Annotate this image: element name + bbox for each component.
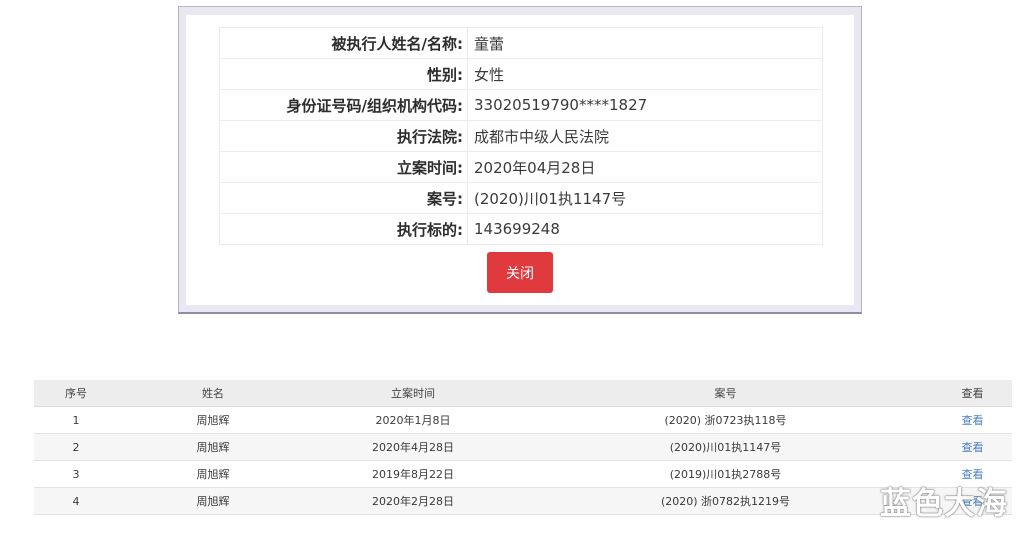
cell-date: 2020年4月28日 [308,433,518,461]
table-row: 3 周旭辉 2019年8月22日 (2019)川01执2788号 查看 [34,460,1012,488]
table-row: 1 周旭辉 2020年1月8日 (2020) 浙0723执118号 查看 [34,406,1012,434]
detail-label: 立案时间: [219,151,468,183]
cell-name: 周旭辉 [118,433,308,461]
cell-date: 2019年8月22日 [308,460,518,488]
detail-dialog-body: 被执行人姓名/名称: 童蕾 性别: 女性 身份证号码/组织机构代码: 33020… [186,15,854,305]
column-header-date: 立案时间 [308,380,518,407]
cell-case: (2020)川01执1147号 [518,433,933,461]
detail-value: (2020)川01执1147号 [467,182,823,214]
view-link[interactable]: 查看 [962,414,984,427]
detail-row-case-number: 案号: (2020)川01执1147号 [219,182,823,214]
detail-label: 案号: [219,182,468,214]
column-header-no: 序号 [34,380,118,407]
results-header-row: 序号 姓名 立案时间 案号 查看 [34,380,1012,407]
screen: 被执行人姓名/名称: 童蕾 性别: 女性 身份证号码/组织机构代码: 33020… [0,0,1034,534]
cell-case: (2020) 浙0723执118号 [518,406,933,434]
cell-name: 周旭辉 [118,406,308,434]
column-header-case: 案号 [518,380,933,407]
column-header-name: 姓名 [118,380,308,407]
detail-dialog: 被执行人姓名/名称: 童蕾 性别: 女性 身份证号码/组织机构代码: 33020… [178,6,862,314]
detail-label: 执行法院: [219,120,468,152]
detail-row-amount: 执行标的: 143699248 [219,213,823,245]
detail-row-court: 执行法院: 成都市中级人民法院 [219,120,823,152]
cell-case: (2020) 浙0782执1219号 [518,487,933,515]
detail-row-filing-date: 立案时间: 2020年04月28日 [219,151,823,183]
cell-case: (2019)川01执2788号 [518,460,933,488]
detail-label: 性别: [219,58,468,90]
detail-table: 被执行人姓名/名称: 童蕾 性别: 女性 身份证号码/组织机构代码: 33020… [219,27,823,245]
cell-no: 3 [34,460,118,488]
detail-value: 2020年04月28日 [467,151,823,183]
detail-row-id-number: 身份证号码/组织机构代码: 33020519790****1827 [219,89,823,121]
close-button[interactable]: 关闭 [487,252,553,293]
view-link[interactable]: 查看 [962,441,984,454]
cell-view: 查看 [933,406,1012,434]
cell-no: 4 [34,487,118,515]
cell-no: 1 [34,406,118,434]
detail-label: 执行标的: [219,213,468,245]
detail-row-name: 被执行人姓名/名称: 童蕾 [219,27,823,59]
cell-date: 2020年2月28日 [308,487,518,515]
detail-row-gender: 性别: 女性 [219,58,823,90]
detail-value: 女性 [467,58,823,90]
table-row: 2 周旭辉 2020年4月28日 (2020)川01执1147号 查看 [34,433,1012,461]
detail-value: 童蕾 [467,27,823,59]
detail-value: 143699248 [467,213,823,245]
detail-label: 身份证号码/组织机构代码: [219,89,468,121]
results-table: 序号 姓名 立案时间 案号 查看 1 周旭辉 2020年1月8日 (2020) … [34,380,1012,515]
cell-view: 查看 [933,433,1012,461]
detail-value: 成都市中级人民法院 [467,120,823,152]
cell-date: 2020年1月8日 [308,406,518,434]
column-header-view: 查看 [933,380,1012,407]
cell-name: 周旭辉 [118,487,308,515]
detail-value: 33020519790****1827 [467,89,823,121]
table-row: 4 周旭辉 2020年2月28日 (2020) 浙0782执1219号 查看 [34,487,1012,515]
cell-no: 2 [34,433,118,461]
cell-name: 周旭辉 [118,460,308,488]
detail-label: 被执行人姓名/名称: [219,27,468,59]
watermark-text: 蓝色大海 [880,486,1008,522]
